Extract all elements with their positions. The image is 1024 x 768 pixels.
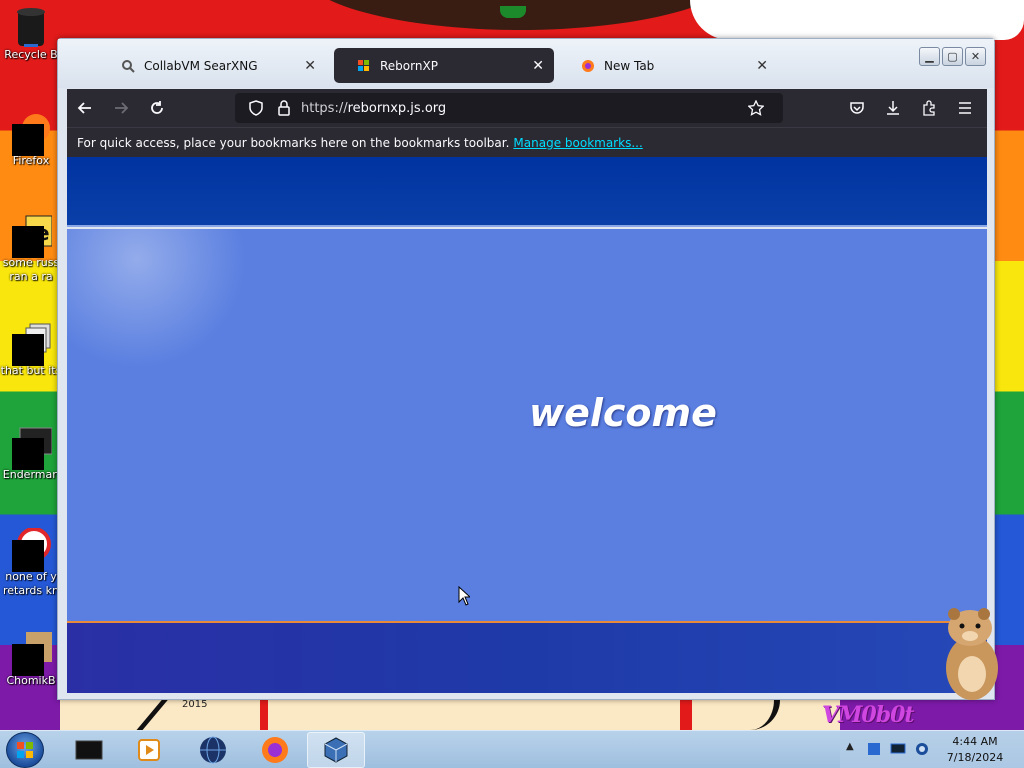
- desktop-icon-opera[interactable]: none of y retards kn: [0, 527, 62, 598]
- monitor-icon[interactable]: [890, 741, 906, 757]
- mouse-cursor-icon: [458, 586, 470, 606]
- tab-close-icon[interactable]: ✕: [756, 58, 768, 74]
- forward-button[interactable]: [103, 90, 139, 126]
- tray-expand-icon[interactable]: ▲: [846, 741, 854, 752]
- windows-flag-icon: [356, 58, 372, 74]
- downloads-button[interactable]: [875, 90, 911, 126]
- reload-icon: [151, 101, 163, 114]
- taskbar-item-virtualbox[interactable]: [307, 732, 365, 768]
- page-glow: [67, 229, 247, 369]
- opera-icon: [12, 527, 51, 572]
- tracking-shield-icon[interactable]: [245, 97, 267, 119]
- reload-button[interactable]: [139, 90, 175, 126]
- desktop-icon-recycle-bin[interactable]: Recycle B: [0, 6, 62, 62]
- virtualbox-icon: [324, 737, 348, 763]
- window-controls: ▁ ▢ ✕: [919, 47, 986, 66]
- tab-strip: CollabVM SearXNG ✕ RebornXP ✕ New Tab ✕ …: [58, 39, 994, 88]
- taskbar-item-firefox[interactable]: [246, 732, 304, 768]
- minimize-button[interactable]: ▁: [919, 47, 940, 66]
- terminal-window-icon: [12, 426, 53, 470]
- desktop-icon-chomik[interactable]: ChomikB: [0, 632, 62, 688]
- desktop-icon-enderman[interactable]: Enderman: [0, 426, 62, 482]
- taskbar: ▲ 4:44 AM 7/18/2024: [0, 730, 1024, 768]
- forward-arrow-icon: [115, 102, 129, 114]
- desktop-icon-firefox[interactable]: Firefox: [0, 112, 62, 168]
- tab-label: New Tab: [604, 58, 655, 73]
- start-button[interactable]: [6, 732, 44, 768]
- extensions-button[interactable]: [911, 90, 947, 126]
- wallpaper-cloud: [690, 0, 1024, 40]
- network-icon[interactable]: [866, 741, 882, 757]
- tab-close-icon[interactable]: ✕: [304, 58, 316, 74]
- taskbar-item-terminal[interactable]: [60, 732, 118, 768]
- address-bar[interactable]: https://rebornxp.js.org: [235, 93, 783, 123]
- tab-new-tab[interactable]: New Tab ✕: [558, 48, 778, 83]
- volume-icon[interactable]: [914, 741, 930, 757]
- taskbar-item-globe[interactable]: [184, 732, 242, 768]
- wallpaper-green-detail: [500, 6, 526, 18]
- searxng-icon: [120, 58, 136, 74]
- windows-logo-icon: [17, 742, 33, 758]
- tab-label: RebornXP: [380, 58, 438, 73]
- page-content: welcome: [67, 157, 987, 693]
- download-icon: [887, 101, 899, 115]
- bookmarks-toolbar: For quick access, place your bookmarks h…: [67, 127, 987, 157]
- firefox-icon: [580, 58, 596, 74]
- wallpaper-vm-label: VM0b0t: [822, 702, 915, 728]
- back-button[interactable]: [67, 90, 103, 126]
- tab-label: CollabVM SearXNG: [144, 58, 258, 73]
- back-arrow-icon: [77, 102, 91, 114]
- file-stack-icon: [12, 322, 51, 366]
- page-header-band: [67, 157, 987, 227]
- pocket-icon: [850, 102, 864, 114]
- terminal-icon: [75, 740, 103, 760]
- maximize-button[interactable]: ▢: [942, 47, 963, 66]
- hamster-icon: [946, 608, 998, 700]
- desktop-icon-document-2[interactable]: that but its: [0, 322, 62, 378]
- desktop-icon-document-1[interactable]: e some russ ran a ra: [0, 214, 62, 284]
- wallpaper-bottom-art: [60, 698, 840, 730]
- hamster-image-icon: [12, 632, 52, 676]
- tab-collabvm-searxng[interactable]: CollabVM SearXNG ✕: [98, 48, 326, 83]
- menu-button[interactable]: [947, 90, 983, 126]
- bookmark-star-icon[interactable]: [745, 97, 767, 119]
- tab-rebornxp[interactable]: RebornXP ✕: [334, 48, 554, 83]
- lock-icon[interactable]: [273, 97, 295, 119]
- close-window-button[interactable]: ✕: [965, 47, 986, 66]
- clock-date: 7/18/2024: [946, 751, 1004, 764]
- toolbar-right-icons: [839, 90, 983, 126]
- navigation-toolbar: https://rebornxp.js.org: [67, 89, 987, 127]
- hamburger-menu-icon: [959, 102, 971, 114]
- media-player-icon: [138, 739, 160, 761]
- pocket-button[interactable]: [839, 90, 875, 126]
- wallpaper-year-label: 2015: [182, 699, 208, 710]
- page-main-area: welcome: [67, 229, 987, 621]
- puzzle-icon: [923, 100, 935, 116]
- taskbar-item-media-player[interactable]: [120, 732, 178, 768]
- tab-close-icon[interactable]: ✕: [532, 58, 544, 74]
- manage-bookmarks-link[interactable]: Manage bookmarks...: [513, 136, 642, 150]
- firefox-icon: [262, 737, 288, 763]
- document-icon: e: [12, 214, 53, 258]
- browser-window: CollabVM SearXNG ✕ RebornXP ✕ New Tab ✕ …: [57, 38, 995, 700]
- bookmarks-hint: For quick access, place your bookmarks h…: [77, 135, 510, 150]
- recycle-bin-icon: [12, 6, 50, 47]
- firefox-icon: [12, 112, 50, 156]
- clock-time: 4:44 AM: [952, 735, 998, 748]
- welcome-heading: welcome: [529, 391, 717, 435]
- url-text: https://rebornxp.js.org: [301, 100, 447, 116]
- globe-icon: [200, 736, 226, 764]
- clock[interactable]: 4:44 AM 7/18/2024: [930, 734, 1020, 766]
- page-footer-band: [67, 621, 987, 693]
